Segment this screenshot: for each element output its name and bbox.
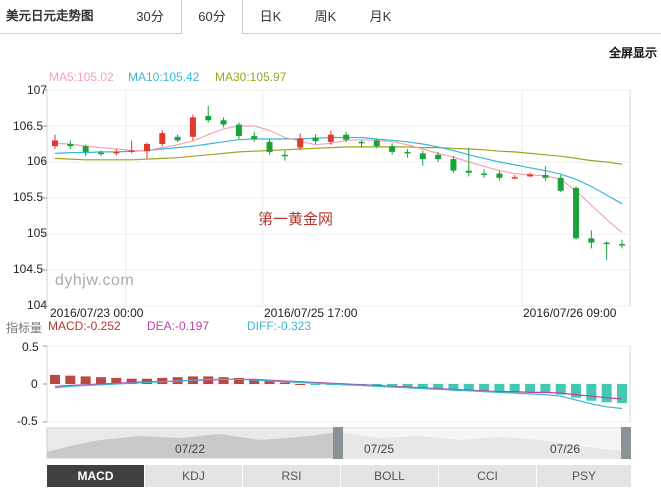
chart-grid <box>43 89 631 423</box>
candle-body <box>511 177 518 179</box>
indicator-tab-bar: MACD KDJ RSI BOLL CCI PSY <box>47 465 632 487</box>
candle-body <box>281 154 288 157</box>
macd-bar <box>218 377 229 384</box>
candle-body <box>588 238 595 243</box>
candle-body <box>327 134 334 142</box>
candle-body <box>266 141 273 152</box>
macd-bar <box>65 375 76 384</box>
candle-body <box>542 174 549 178</box>
price-chart-svg <box>43 89 631 459</box>
candle-body <box>174 136 181 141</box>
candle-body <box>189 117 196 137</box>
macd-bar <box>279 382 290 384</box>
moving-average-lines <box>54 125 623 234</box>
macd-chart <box>50 374 627 410</box>
candle-body <box>450 159 457 171</box>
candle-body <box>465 170 472 173</box>
candle-body <box>312 137 319 142</box>
macd-bar <box>617 384 627 404</box>
macd-bar <box>494 384 505 392</box>
candle-body <box>435 154 442 160</box>
candle-body <box>220 120 227 125</box>
tab-cci[interactable]: CCI <box>439 465 537 487</box>
macd-bar <box>310 384 321 385</box>
candle-body <box>557 177 564 191</box>
candle-body <box>419 153 426 160</box>
candle-body <box>343 134 350 140</box>
candle-body <box>603 242 610 245</box>
candle-body <box>389 146 396 152</box>
candle-body <box>97 152 104 155</box>
macd-bar <box>571 384 582 398</box>
candle-body <box>67 144 74 147</box>
candle-body <box>205 115 212 121</box>
time-navigator <box>46 427 631 459</box>
tab-boll[interactable]: BOLL <box>341 465 439 487</box>
macd-bar <box>295 384 306 385</box>
candle-body <box>113 151 120 154</box>
candle-body <box>235 124 242 137</box>
navigator-right-handle <box>621 427 631 459</box>
macd-bar <box>80 376 91 384</box>
macd-bar <box>601 384 612 403</box>
candle-body <box>358 141 365 144</box>
tab-psy[interactable]: PSY <box>537 465 632 487</box>
navigator-date-label: 07/25 <box>364 442 395 456</box>
macd-bar <box>525 384 536 393</box>
macd-bar <box>540 384 551 394</box>
candle-body <box>573 187 580 239</box>
tab-kdj[interactable]: KDJ <box>145 465 243 487</box>
navigator-date-label: 07/26 <box>550 442 581 456</box>
navigator-left-handle <box>333 427 343 459</box>
tab-macd[interactable]: MACD <box>47 465 145 487</box>
candle-body <box>297 138 304 148</box>
candle-body <box>481 173 488 176</box>
candlesticks <box>52 105 625 260</box>
navigator-date-label: 07/22 <box>175 442 206 456</box>
candle-body <box>527 174 534 177</box>
macd-bar <box>586 384 597 401</box>
macd-bar <box>50 374 60 384</box>
candle-body <box>619 244 625 246</box>
candle-body <box>373 140 380 147</box>
candle-body <box>251 136 258 139</box>
candle-body <box>496 173 503 178</box>
candle-body <box>404 151 411 154</box>
macd-bar <box>95 377 106 384</box>
candle-body <box>143 144 150 152</box>
candle-body <box>159 133 166 144</box>
tab-rsi[interactable]: RSI <box>243 465 341 487</box>
candle-body <box>82 146 89 152</box>
ma5-line <box>54 125 623 234</box>
candle-body <box>128 150 135 152</box>
candle-body <box>52 140 58 147</box>
